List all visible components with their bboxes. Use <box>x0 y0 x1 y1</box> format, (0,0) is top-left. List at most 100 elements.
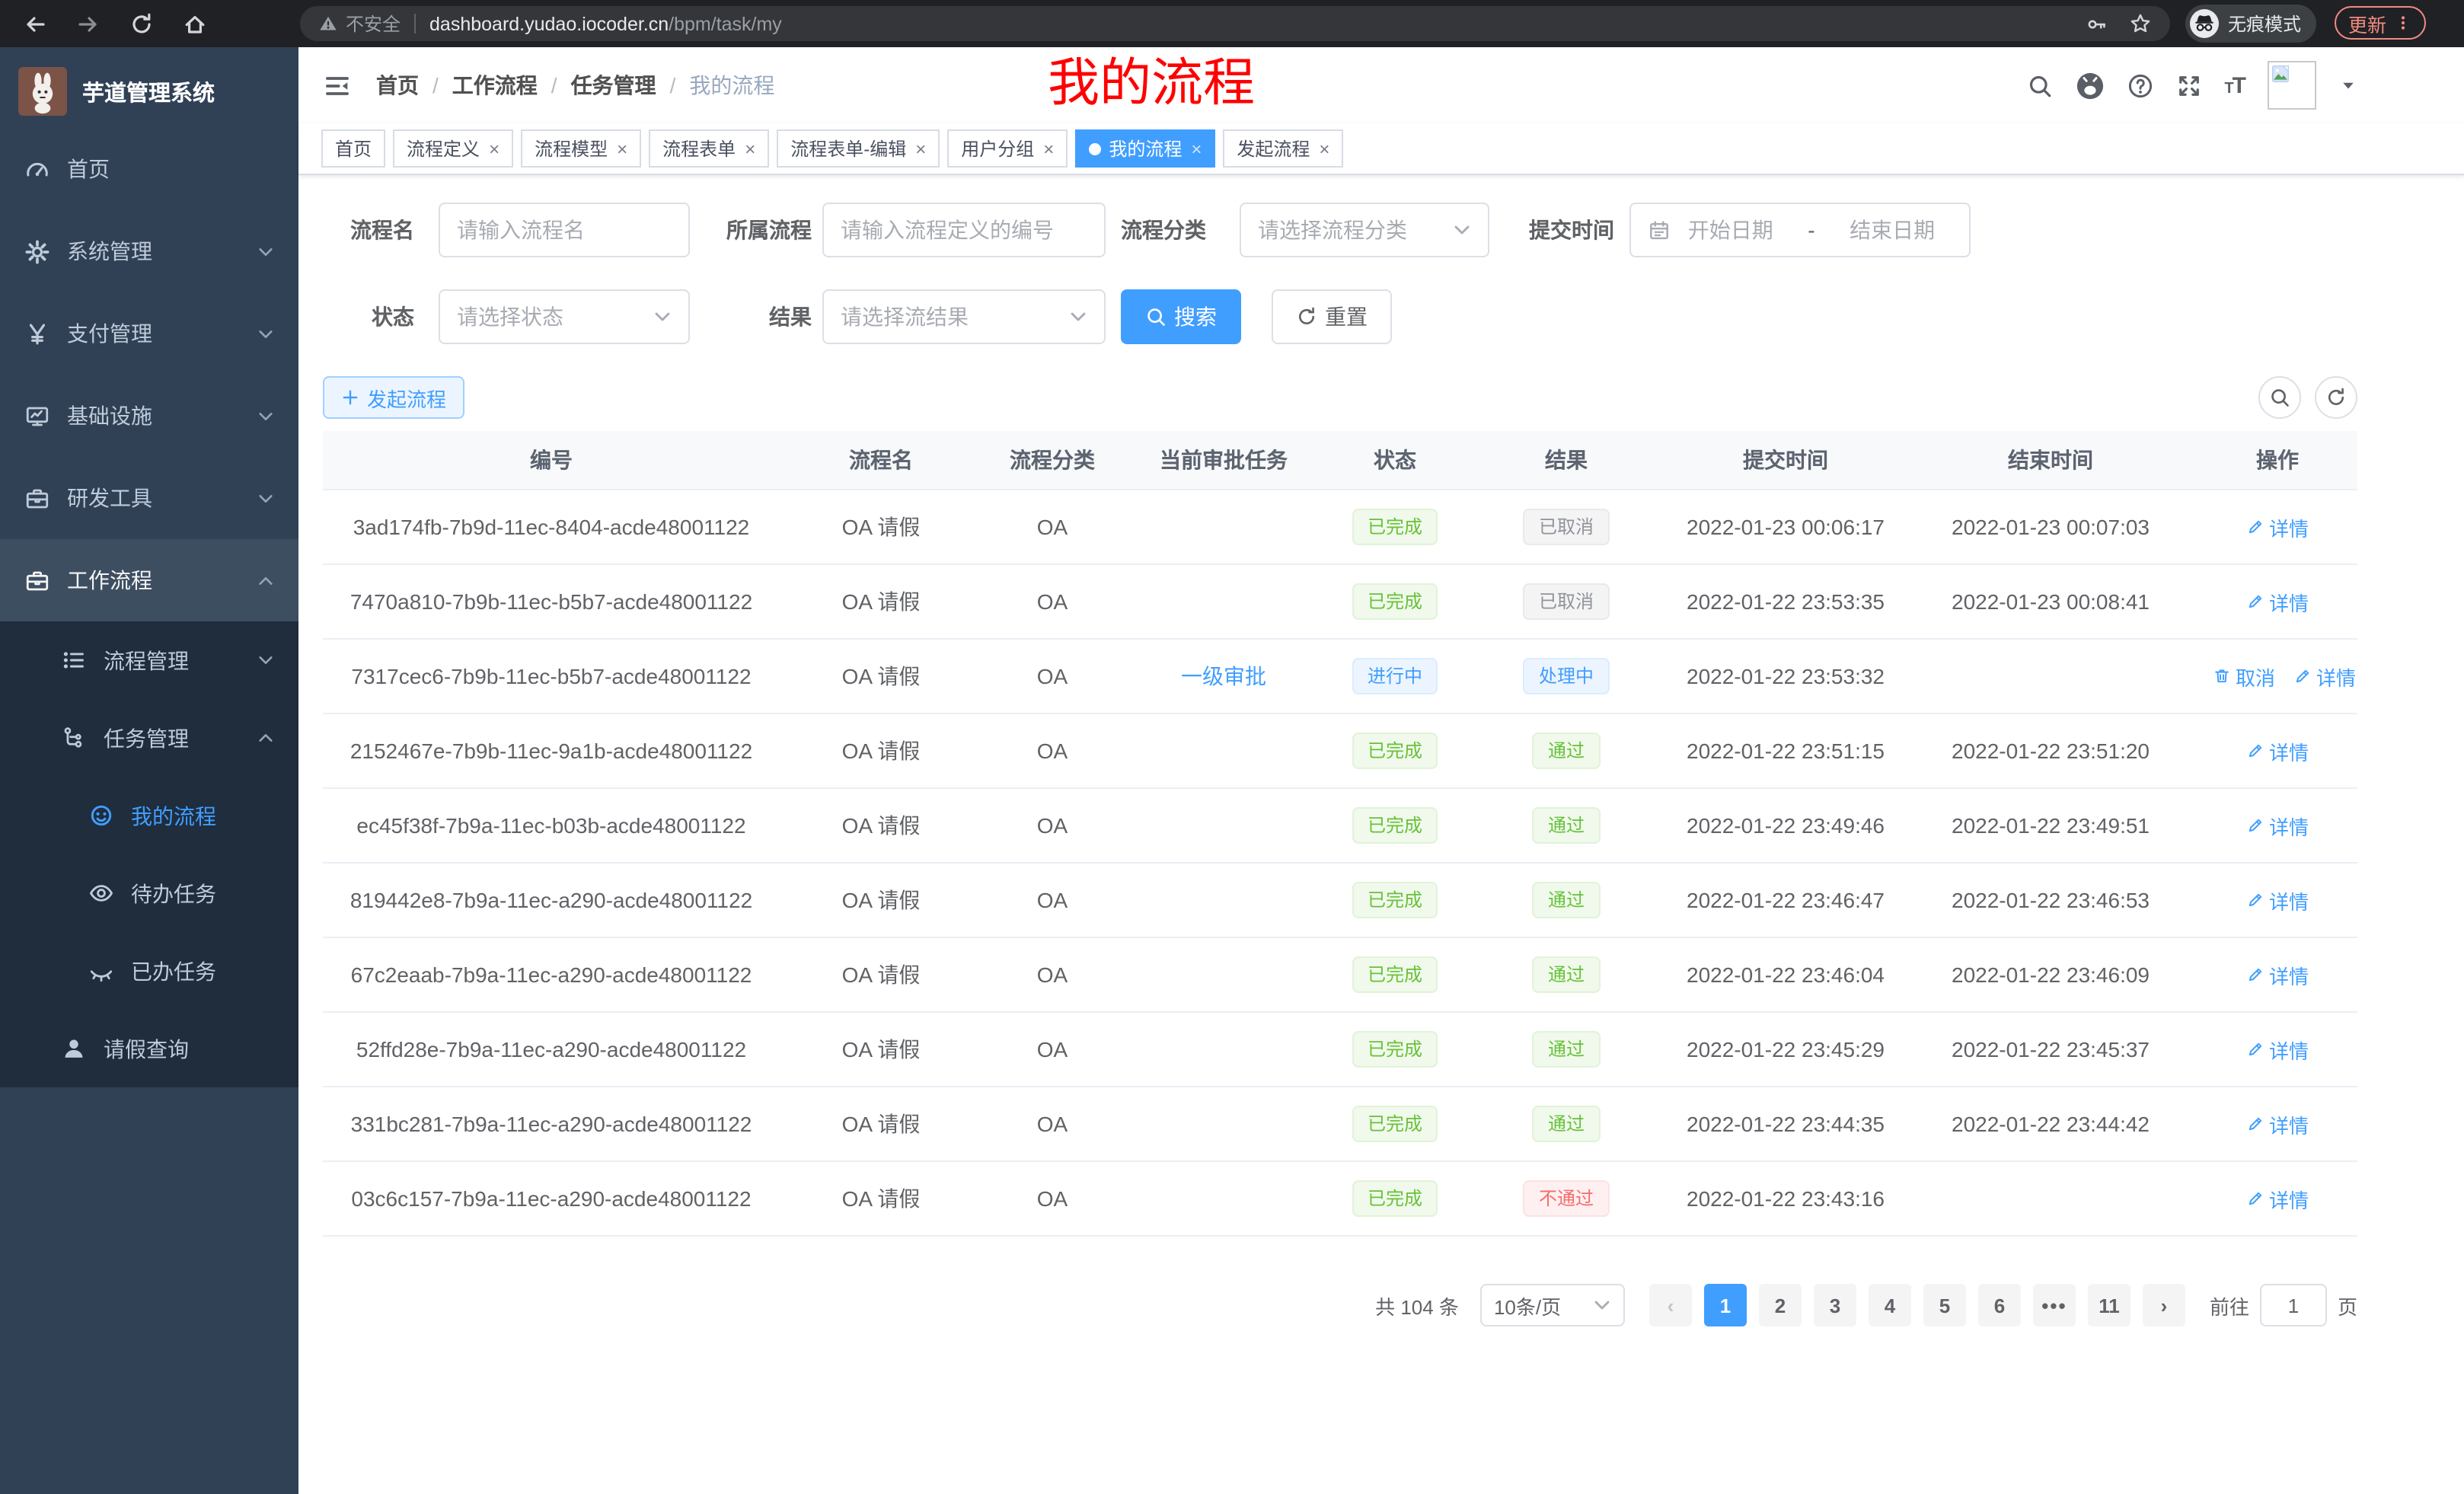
chevron-down-icon <box>1593 1296 1611 1314</box>
page-button-2[interactable]: 2 <box>1759 1284 1802 1326</box>
action-cancel-link[interactable]: 取消 <box>2213 662 2275 691</box>
cell-process-name: OA 请假 <box>780 736 982 766</box>
cell-actions: 详情 <box>2197 736 2357 765</box>
filter-name-input[interactable] <box>439 203 690 257</box>
cell-actions: 详情 <box>2197 1184 2357 1213</box>
page-button-5[interactable]: 5 <box>1923 1284 1966 1326</box>
tab-close-icon[interactable]: × <box>915 139 926 158</box>
tab-item[interactable]: 用户分组 × <box>947 129 1068 168</box>
sidebar-menu-item[interactable]: 研发工具 <box>0 457 298 539</box>
action-detail-link[interactable]: 详情 <box>2246 512 2309 541</box>
page-button-1[interactable]: 1 <box>1704 1284 1747 1326</box>
prev-page-button[interactable]: ‹ <box>1649 1284 1692 1326</box>
breadcrumb-item-current: 我的流程 <box>689 70 774 101</box>
font-size-icon[interactable]: TT <box>2224 72 2245 98</box>
goto-page-input[interactable] <box>2260 1284 2327 1326</box>
github-icon[interactable] <box>2075 71 2104 100</box>
avatar[interactable] <box>2268 61 2316 110</box>
action-detail-link[interactable]: 详情 <box>2293 662 2356 691</box>
action-detail-link[interactable]: 详情 <box>2246 886 2309 915</box>
filter-time-range[interactable]: 开始日期 - 结束日期 <box>1629 203 1971 257</box>
search-button[interactable]: 搜索 <box>1121 289 1241 344</box>
home-icon[interactable] <box>183 11 207 36</box>
tab-item[interactable]: 流程定义 × <box>393 129 513 168</box>
sidebar-toggle-icon[interactable] <box>323 71 352 100</box>
tab-close-icon[interactable]: × <box>489 139 500 158</box>
tab-item[interactable]: 流程表单 × <box>649 129 769 168</box>
tab-close-icon[interactable]: × <box>1191 139 1202 158</box>
tab-item[interactable]: 首页 <box>321 129 385 168</box>
address-bar[interactable]: 不安全 dashboard.yudao.iocoder.cn /bpm/task… <box>300 6 2170 41</box>
col-end-time: 结束时间 <box>1904 445 2197 475</box>
sidebar-menu-item[interactable]: 待办任务 <box>0 854 298 932</box>
action-detail-link[interactable]: 详情 <box>2246 1109 2309 1138</box>
sidebar-menu-item[interactable]: 工作流程 <box>0 539 298 621</box>
table-row: 7317cec6-7b9b-11ec-b5b7-acde48001122 OA … <box>323 640 2357 714</box>
page-button-11[interactable]: 11 <box>2088 1284 2130 1326</box>
breadcrumb-item-home[interactable]: 首页 <box>376 70 419 101</box>
sidebar-menu-item[interactable]: 已办任务 <box>0 932 298 1010</box>
next-page-button[interactable]: › <box>2143 1284 2185 1326</box>
toolbar-refresh-button[interactable] <box>2315 376 2357 419</box>
cell-submit-time: 2022-01-22 23:46:04 <box>1668 962 1904 987</box>
sidebar-menu-item[interactable]: 我的流程 <box>0 777 298 854</box>
action-detail-link[interactable]: 详情 <box>2246 587 2309 616</box>
page-button-3[interactable]: 3 <box>1814 1284 1856 1326</box>
action-detail-link[interactable]: 详情 <box>2246 736 2309 765</box>
filter-category-select[interactable]: 请选择流程分类 <box>1240 203 1489 257</box>
avatar-caret-down-icon[interactable] <box>2339 76 2357 94</box>
date-end-placeholder: 结束日期 <box>1850 215 1935 245</box>
browser-menu-dots-icon[interactable] <box>2394 14 2412 32</box>
calendar-icon <box>1648 219 1671 241</box>
sidebar-menu-item[interactable]: 流程管理 <box>0 621 298 699</box>
key-icon[interactable] <box>2086 13 2108 34</box>
filter-definition-input[interactable] <box>822 203 1106 257</box>
tab-item[interactable]: 流程模型 × <box>521 129 641 168</box>
status-badge: 已完成 <box>1352 956 1438 993</box>
page-button-6[interactable]: 6 <box>1978 1284 2021 1326</box>
table-toolbar: 发起流程 <box>323 376 2357 419</box>
chevron-icon <box>257 652 274 669</box>
bookmark-star-icon[interactable] <box>2129 12 2152 35</box>
page-size-select[interactable]: 10条/页 <box>1480 1284 1625 1326</box>
forward-icon[interactable] <box>76 11 101 36</box>
tab-close-icon[interactable]: × <box>1319 139 1329 158</box>
tab-item[interactable]: 发起流程 × <box>1223 129 1343 168</box>
sidebar-menu-item[interactable]: 任务管理 <box>0 699 298 777</box>
create-process-button[interactable]: 发起流程 <box>323 376 464 419</box>
browser-update-button[interactable]: 更新 <box>2335 6 2426 40</box>
search-icon[interactable] <box>2026 72 2052 98</box>
sidebar-menu-item[interactable]: 基础设施 <box>0 375 298 457</box>
filter-result-select[interactable]: 请选择流结果 <box>822 289 1106 344</box>
filter-status-select[interactable]: 请选择状态 <box>439 289 690 344</box>
action-detail-link[interactable]: 详情 <box>2246 811 2309 840</box>
fullscreen-icon[interactable] <box>2175 72 2201 98</box>
table-row: 2152467e-7b9b-11ec-9a1b-acde48001122 OA … <box>323 714 2357 789</box>
page-button-4[interactable]: 4 <box>1869 1284 1911 1326</box>
sidebar-menu-item[interactable]: 首页 <box>0 128 298 210</box>
breadcrumb-item-workflow[interactable]: 工作流程 <box>452 70 538 101</box>
help-icon[interactable] <box>2127 72 2153 98</box>
toolbar-search-button[interactable] <box>2258 376 2301 419</box>
action-detail-link[interactable]: 详情 <box>2246 1184 2309 1213</box>
sidebar-menu-item[interactable]: 支付管理 <box>0 292 298 375</box>
action-detail-link[interactable]: 详情 <box>2246 1035 2309 1064</box>
tab-item[interactable]: 我的流程 × <box>1075 129 1215 168</box>
tab-close-icon[interactable]: × <box>1043 139 1054 158</box>
page-ellipsis[interactable]: ••• <box>2033 1284 2076 1326</box>
tab-item[interactable]: 流程表单-编辑 × <box>777 129 940 168</box>
reload-icon[interactable] <box>129 11 154 36</box>
action-detail-link[interactable]: 详情 <box>2246 960 2309 989</box>
tab-close-icon[interactable]: × <box>745 139 755 158</box>
breadcrumb-item-task[interactable]: 任务管理 <box>571 70 656 101</box>
sidebar-menu-item[interactable]: 系统管理 <box>0 210 298 292</box>
status-badge: 已完成 <box>1352 1180 1438 1217</box>
reset-button[interactable]: 重置 <box>1272 289 1392 344</box>
app-logo[interactable]: 芋道管理系统 <box>0 47 298 126</box>
sidebar-menu-item[interactable]: 请假查询 <box>0 1010 298 1087</box>
monitor-icon <box>24 403 50 429</box>
back-icon[interactable] <box>23 11 47 36</box>
tab-close-icon[interactable]: × <box>617 139 627 158</box>
current-task-link[interactable]: 一级审批 <box>1181 664 1266 688</box>
refresh-icon <box>2325 387 2347 408</box>
